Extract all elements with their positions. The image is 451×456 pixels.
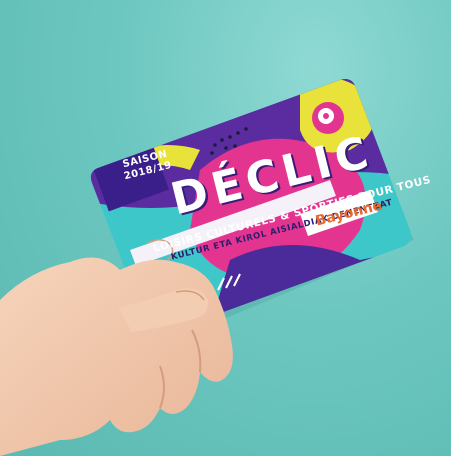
hand [0, 239, 233, 456]
photo-scene: SAISON 2018/19 DÉCLIC LOISIRS CULTURELS … [0, 0, 451, 456]
